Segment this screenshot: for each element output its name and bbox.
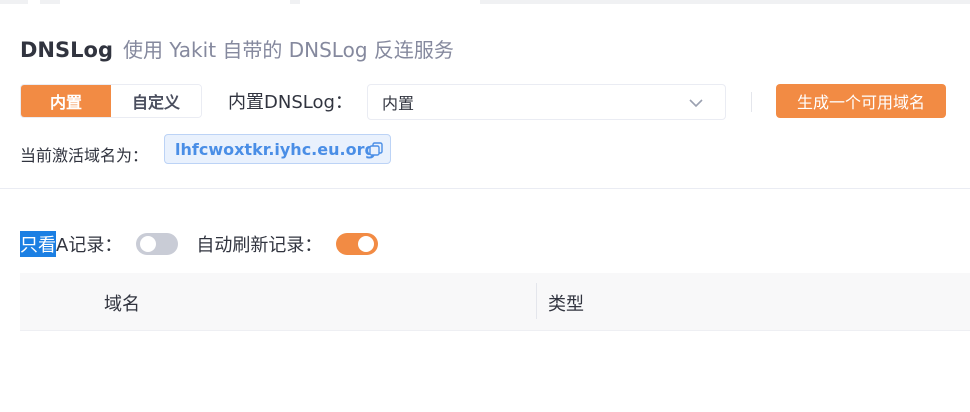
column-header-domain[interactable]: 域名 — [104, 290, 140, 316]
active-domain-value: lhfcwoxtkr.iyhc.eu.org — [175, 139, 376, 159]
tab-stub[interactable] — [28, 0, 40, 4]
mode-option-builtin[interactable]: 内置 — [21, 85, 111, 117]
page-title: DNSLog — [20, 38, 113, 62]
section-divider — [0, 188, 970, 189]
dnslog-select[interactable]: 内置 — [367, 84, 726, 120]
generate-domain-button[interactable]: 生成一个可用域名 — [776, 84, 946, 118]
record-filters: 只看 A记录： 自动刷新记录： — [20, 229, 379, 259]
copy-icon[interactable] — [368, 141, 384, 157]
column-header-type[interactable]: 类型 — [548, 290, 584, 316]
chevron-down-icon — [689, 99, 703, 108]
dnslog-select-label: 内置DNSLog： — [228, 92, 353, 113]
table-header: 域名 类型 — [20, 273, 970, 331]
toggle-knob — [140, 236, 157, 252]
toolbar-divider — [751, 92, 752, 112]
tab-stub[interactable] — [300, 0, 480, 4]
mode-option-custom[interactable]: 自定义 — [111, 85, 201, 117]
page-subtitle: 使用 Yakit 自带的 DNSLog 反连服务 — [122, 38, 454, 62]
auto-refresh-label: 自动刷新记录： — [196, 235, 323, 256]
top-tab-strip — [0, 0, 970, 4]
only-a-label: A记录： — [56, 235, 123, 256]
only-a-label-highlight: 只看 — [20, 231, 56, 257]
column-divider — [536, 283, 537, 319]
page-header: DNSLog 使用 Yakit 自带的 DNSLog 反连服务 — [20, 34, 454, 64]
active-domain-tag: lhfcwoxtkr.iyhc.eu.org — [164, 134, 391, 164]
active-domain-label: 当前激活域名为： — [20, 146, 149, 165]
mode-segmented-control: 内置 自定义 — [20, 84, 202, 118]
dnslog-select-value: 内置 — [382, 94, 415, 113]
tab-stub[interactable] — [60, 0, 290, 4]
auto-refresh-toggle[interactable] — [336, 233, 379, 255]
only-a-record-toggle[interactable] — [136, 233, 179, 255]
toggle-knob — [358, 236, 375, 252]
